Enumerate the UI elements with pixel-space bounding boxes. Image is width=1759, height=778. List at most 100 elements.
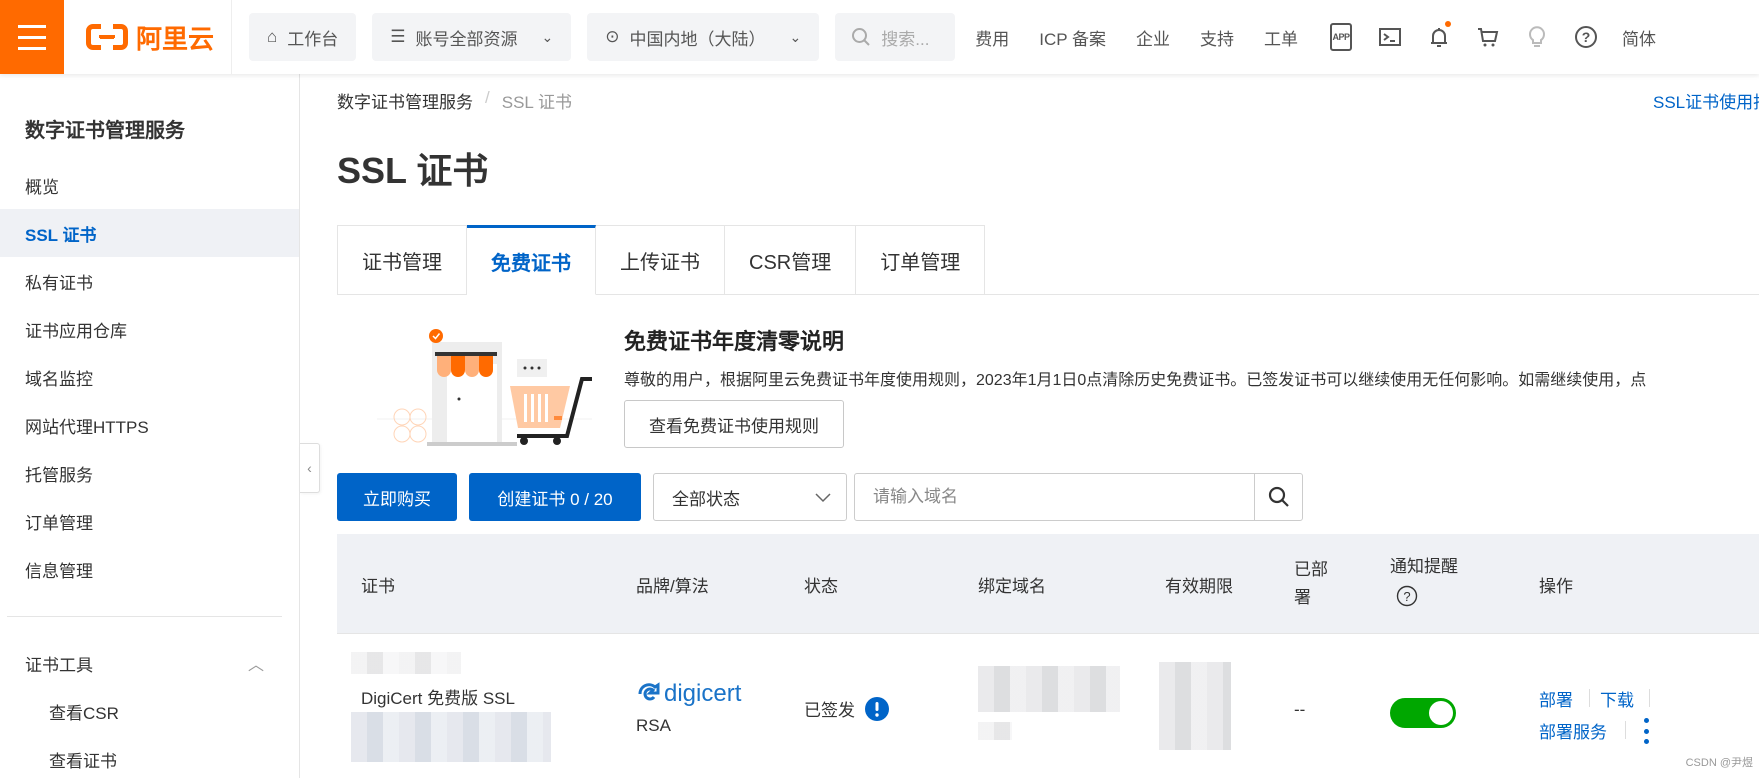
sidebar-item-view-csr[interactable]: 查看CSR [0, 687, 299, 735]
tab-free-cert[interactable]: 免费证书 [467, 225, 596, 295]
resources-label: 账号全部资源 [415, 29, 518, 49]
algorithm: RSA [636, 716, 671, 735]
sidebar-item-https-proxy[interactable]: 网站代理HTTPS [0, 401, 299, 449]
sidebar: 数字证书管理服务 概览 SSL 证书 私有证书 证书应用仓库 域名监控 网站代理… [0, 74, 300, 778]
redacted-cert-details [351, 712, 551, 762]
resources-dropdown[interactable]: ☰ 账号全部资源 ⌄ [372, 13, 572, 61]
action-separator [1589, 689, 1590, 707]
ssl-guide-link[interactable]: SSL证书使用指南 [1653, 88, 1759, 113]
bell-icon[interactable] [1426, 21, 1452, 50]
col-validity: 有效期限 [1165, 576, 1233, 596]
tab-csr-management[interactable]: CSR管理 [725, 225, 857, 295]
col-certificate: 证书 [361, 576, 395, 596]
col-bound-domain: 绑定域名 [978, 576, 1046, 596]
sidebar-item-info[interactable]: 信息管理 [0, 545, 299, 593]
buy-now-button[interactable]: 立即购买 [337, 473, 457, 521]
language-switch[interactable]: 简体 [1622, 25, 1656, 50]
region-dropdown[interactable]: ⊙ 中国内地（大陆） ⌄ [587, 13, 820, 61]
aliyun-logo[interactable]: 阿里云 [64, 0, 232, 74]
notification-dot [1445, 21, 1452, 27]
sidebar-item-domain-monitor[interactable]: 域名监控 [0, 353, 299, 401]
top-navbar: 阿里云 ⌂ 工作台 ☰ 账号全部资源 ⌄ ⊙ 中国内地（大陆） ⌄ 搜索... … [0, 0, 1759, 74]
domain-search [854, 473, 1303, 521]
nav-link-enterprise[interactable]: 企业 [1136, 25, 1170, 50]
nav-link-support[interactable]: 支持 [1200, 25, 1234, 50]
help-icon[interactable]: ? [1573, 24, 1599, 50]
lightbulb-icon[interactable] [1524, 24, 1550, 50]
redacted-cert-id [351, 652, 461, 674]
status-filter-select[interactable]: 全部状态 [653, 473, 847, 521]
terminal-icon[interactable] [1377, 24, 1403, 50]
table-row: DigiCert 免费版 SSL digicert RSA 已签发 -- 部署 … [337, 634, 1759, 778]
tab-cert-management[interactable]: 证书管理 [337, 225, 467, 295]
download-link[interactable]: 下载 [1600, 686, 1634, 711]
app-icon[interactable]: APP [1328, 23, 1354, 51]
cert-name: DigiCert 免费版 SSL [361, 689, 515, 708]
deployed-value: -- [1294, 700, 1306, 719]
sidebar-group-cert-tools[interactable]: 证书工具 ︿ [0, 639, 299, 687]
search-icon [852, 28, 870, 46]
help-icon[interactable]: ? [1396, 585, 1418, 607]
logo-text: 阿里云 [136, 23, 215, 54]
status-filter-value: 全部状态 [672, 489, 740, 509]
svg-text:?: ? [1582, 29, 1591, 45]
home-icon: ⌂ [267, 27, 278, 46]
sidebar-item-ssl-cert[interactable]: SSL 证书 [0, 209, 299, 257]
digicert-icon [638, 682, 660, 701]
sidebar-item-private-cert[interactable]: 私有证书 [0, 257, 299, 305]
cert-table: 证书 品牌/算法 状态 绑定域名 有效期限 已部署 通知提醒 ? 操作 Digi… [337, 534, 1759, 778]
col-brand-algorithm: 品牌/算法 [636, 576, 709, 596]
sidebar-title: 数字证书管理服务 [25, 120, 185, 142]
nav-link-ticket[interactable]: 工单 [1264, 25, 1298, 50]
nav-link-billing[interactable]: 费用 [975, 25, 1009, 50]
redacted-domain [978, 666, 1120, 712]
sidebar-collapse-button[interactable]: ‹ [300, 443, 320, 493]
deploy-link[interactable]: 部署 [1539, 686, 1573, 711]
sidebar-item-overview[interactable]: 概览 [0, 161, 299, 209]
workbench-button[interactable]: ⌂ 工作台 [249, 13, 357, 61]
more-actions-icon[interactable] [1643, 718, 1649, 744]
cart-icon[interactable] [1475, 24, 1501, 50]
stack-icon: ☰ [390, 27, 406, 46]
brand-name: digicert [664, 680, 742, 707]
banner-title: 免费证书年度清零说明 [624, 329, 845, 354]
group-label: 证书工具 [25, 655, 93, 675]
domain-search-input[interactable] [855, 474, 1254, 520]
deploy-service-link[interactable]: 部署服务 [1539, 718, 1607, 743]
view-free-cert-rules-button[interactable]: 查看免费证书使用规则 [624, 400, 844, 448]
tab-upload-cert[interactable]: 上传证书 [596, 225, 725, 295]
tabs: 证书管理 免费证书 上传证书 CSR管理 订单管理 [337, 225, 986, 295]
sidebar-item-hosting[interactable]: 托管服务 [0, 449, 299, 497]
table-header: 证书 品牌/算法 状态 绑定域名 有效期限 已部署 通知提醒 ? 操作 [337, 534, 1759, 634]
global-search[interactable]: 搜索... [835, 13, 956, 61]
action-separator [1625, 721, 1626, 739]
chevron-down-icon: ⌄ [789, 28, 802, 45]
chevron-left-icon: ‹ [307, 460, 312, 476]
region-label: 中国内地（大陆） [629, 29, 766, 49]
domain-search-button[interactable] [1254, 474, 1302, 520]
cert-status: 已签发 [804, 696, 889, 721]
sidebar-item-cert-repository[interactable]: 证书应用仓库 [0, 305, 299, 353]
action-separator [1649, 689, 1650, 707]
notify-toggle[interactable] [1390, 698, 1456, 728]
main-content: 数字证书管理服务 / SSL 证书 SSL证书使用指南 SSL 证书 证书管理 … [337, 74, 1759, 778]
location-pin-icon: ⊙ [605, 27, 620, 46]
breadcrumb-item[interactable]: 数字证书管理服务 [337, 88, 473, 113]
watermark: CSDN @尹煜 [1685, 757, 1753, 769]
chevron-up-icon: ︿ [247, 657, 264, 674]
info-alert-icon[interactable] [865, 696, 889, 721]
col-notify-label: 通知提醒 [1390, 557, 1458, 576]
hamburger-menu-button[interactable] [0, 0, 64, 74]
banner-description: 尊敬的用户，根据阿里云免费证书年度使用规则，2023年1月1日0点清除历史免费证… [624, 372, 1647, 389]
create-cert-button[interactable]: 创建证书 0 / 20 [469, 473, 641, 521]
col-actions: 操作 [1539, 576, 1573, 596]
breadcrumb-separator: / [485, 88, 490, 107]
search-icon [1268, 486, 1289, 507]
sidebar-divider [7, 616, 282, 617]
workbench-label: 工作台 [287, 29, 339, 49]
sidebar-item-view-cert[interactable]: 查看证书 [0, 735, 299, 778]
tab-order-management[interactable]: 订单管理 [856, 225, 986, 295]
nav-link-icp[interactable]: ICP 备案 [1039, 25, 1106, 50]
redacted-validity [1159, 662, 1231, 750]
sidebar-item-orders[interactable]: 订单管理 [0, 497, 299, 545]
